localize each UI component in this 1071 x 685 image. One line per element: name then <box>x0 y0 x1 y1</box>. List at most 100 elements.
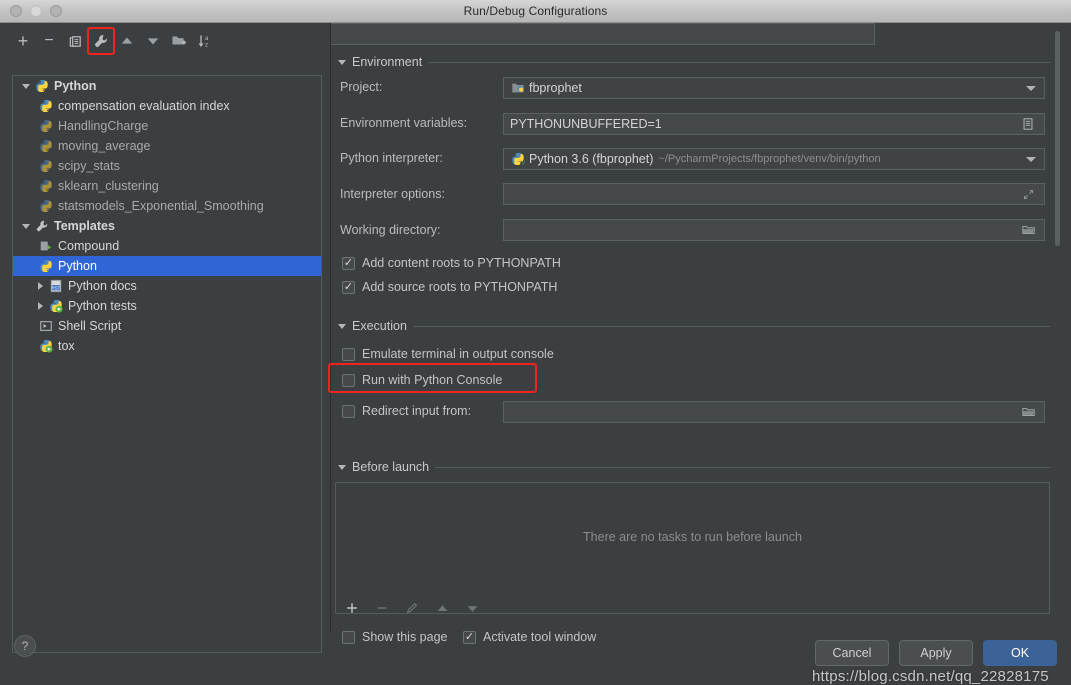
arrow-down-icon <box>467 605 477 612</box>
tree-item-python-docs[interactable]: RST Python docs <box>13 276 321 296</box>
apply-button[interactable]: Apply <box>899 640 973 666</box>
show-this-page-label: Show this page <box>362 630 448 644</box>
sort-alphabetically-button[interactable]: a z <box>192 28 218 54</box>
move-up-button[interactable] <box>114 28 140 54</box>
tree-item-sklearn-clustering[interactable]: sklearn_clustering <box>13 176 321 196</box>
redirect-input-row[interactable]: Redirect input from: <box>342 404 471 418</box>
ok-button[interactable]: OK <box>983 640 1057 666</box>
chevron-down-icon <box>338 59 346 65</box>
tree-item-handlingcharge[interactable]: HandlingCharge <box>13 116 321 136</box>
move-down-button[interactable] <box>140 28 166 54</box>
twisty-closed-icon[interactable] <box>33 282 47 290</box>
interpreter-combobox[interactable]: V Python 3.6 (fbprophet) ~/PycharmProjec… <box>503 148 1045 170</box>
emulate-terminal-row[interactable]: Emulate terminal in output console <box>342 347 554 361</box>
pencil-icon <box>406 602 418 614</box>
interpreter-options-input[interactable] <box>503 183 1045 205</box>
tree-item-moving-average[interactable]: moving_average <box>13 136 321 156</box>
move-task-up-button[interactable] <box>434 600 450 616</box>
tree-item-templates-group[interactable]: Templates <box>13 216 321 236</box>
run-with-python-console-row[interactable]: Run with Python Console <box>342 373 502 387</box>
redirect-input-browse-button[interactable] <box>1018 405 1038 419</box>
twisty-closed-icon[interactable] <box>33 302 47 310</box>
add-content-roots-checkbox[interactable]: ✓ <box>342 256 355 270</box>
tree-item-compound[interactable]: Compound <box>13 236 321 256</box>
emulate-terminal-checkbox[interactable] <box>342 347 355 361</box>
cancel-button[interactable]: Cancel <box>815 640 889 666</box>
tree-item-label: compensation evaluation index <box>58 99 230 113</box>
section-before-launch-label: Before launch <box>352 460 430 474</box>
copy-configuration-button[interactable] <box>62 28 88 54</box>
scrollbar-thumb[interactable] <box>1055 31 1060 246</box>
show-this-page-row[interactable]: Show this page <box>342 630 447 644</box>
tree-item-label: Python docs <box>68 279 137 293</box>
move-into-folder-button[interactable] <box>166 28 192 54</box>
section-execution[interactable]: Execution <box>338 319 1050 333</box>
twisty-open-icon[interactable] <box>19 223 33 229</box>
python-icon <box>37 258 55 274</box>
before-launch-toolbar <box>344 600 480 616</box>
edit-templates-button[interactable] <box>87 27 115 55</box>
interpreter-label: Python interpreter: <box>340 151 443 165</box>
show-this-page-checkbox[interactable] <box>342 630 355 644</box>
working-directory-browse-button[interactable] <box>1018 223 1038 237</box>
emulate-terminal-label: Emulate terminal in output console <box>362 347 554 361</box>
twisty-open-icon[interactable] <box>19 83 33 89</box>
svg-text:z: z <box>205 43 208 49</box>
section-environment[interactable]: Environment <box>338 55 1050 69</box>
env-vars-label: Environment variables: <box>340 116 468 130</box>
configurations-pane: + − a z Python compensation evaluation i… <box>0 23 330 676</box>
tree-item-compensation-evaluation-index[interactable]: compensation evaluation index <box>13 96 321 116</box>
edit-task-button[interactable] <box>404 600 420 616</box>
env-vars-browse-button[interactable] <box>1018 117 1038 131</box>
run-with-python-console-checkbox[interactable] <box>342 373 355 387</box>
plus-icon: + <box>17 31 29 51</box>
compound-icon <box>37 238 55 254</box>
env-vars-input[interactable]: PYTHONUNBUFFERED=1 <box>503 113 1045 135</box>
python-dim-icon <box>37 178 55 194</box>
add-source-roots-label: Add source roots to PYTHONPATH <box>362 280 558 294</box>
tree-item-template-python[interactable]: Python <box>13 256 321 276</box>
redirect-input-field[interactable] <box>503 401 1045 423</box>
interpreter-options-expand-button[interactable] <box>1018 188 1038 201</box>
project-combobox[interactable]: fbprophet <box>503 77 1045 99</box>
tree-item-tox[interactable]: tox <box>13 336 321 356</box>
interpreter-dropdown-arrow[interactable] <box>1024 156 1038 162</box>
tree-item-statsmodels-exponential-smoothing[interactable]: statsmodels_Exponential_Smoothing <box>13 196 321 216</box>
add-source-roots-row[interactable]: ✓ Add source roots to PYTHONPATH <box>342 280 557 294</box>
editor-scrollbar[interactable] <box>1053 31 1062 631</box>
remove-configuration-button[interactable]: − <box>36 28 62 54</box>
add-configuration-button[interactable]: + <box>10 28 36 54</box>
configurations-tree[interactable]: Python compensation evaluation index Han… <box>12 75 322 653</box>
before-launch-task-list[interactable]: There are no tasks to run before launch <box>335 482 1050 614</box>
tree-item-python-tests[interactable]: Python tests <box>13 296 321 316</box>
redirect-input-checkbox[interactable] <box>342 404 355 418</box>
add-task-button[interactable] <box>344 600 360 616</box>
remove-task-button[interactable] <box>374 600 390 616</box>
add-content-roots-row[interactable]: ✓ Add content roots to PYTHONPATH <box>342 256 561 270</box>
window-titlebar: Run/Debug Configurations <box>0 0 1071 23</box>
working-directory-input[interactable] <box>503 219 1045 241</box>
configurations-toolbar: + − a z <box>10 27 218 55</box>
tree-item-python-group[interactable]: Python <box>13 76 321 96</box>
help-button[interactable]: ? <box>14 635 36 657</box>
python-icon <box>33 78 51 94</box>
working-directory-row: Working directory: <box>340 223 441 237</box>
section-divider-line <box>428 61 1050 63</box>
project-dropdown-arrow[interactable] <box>1024 85 1038 91</box>
scrolled-field-partial[interactable] <box>330 23 875 45</box>
tree-item-scipy-stats[interactable]: scipy_stats <box>13 156 321 176</box>
tree-item-label: moving_average <box>58 139 151 153</box>
add-source-roots-checkbox[interactable]: ✓ <box>342 280 355 294</box>
activate-tool-window-checkbox[interactable]: ✓ <box>463 630 476 644</box>
move-task-down-button[interactable] <box>464 600 480 616</box>
chevron-down-icon <box>338 323 346 329</box>
activate-tool-window-row[interactable]: ✓ Activate tool window <box>463 630 596 644</box>
dialog-body: + − a z Python compensation evaluation i… <box>0 23 1071 685</box>
section-before-launch[interactable]: Before launch <box>338 460 1050 474</box>
interpreter-value: Python 3.6 (fbprophet) <box>529 152 654 166</box>
before-launch-empty-message: There are no tasks to run before launch <box>583 530 802 544</box>
python-dim-icon <box>37 198 55 214</box>
sort-az-icon: a z <box>198 35 209 49</box>
tree-item-shell-script[interactable]: Shell Script <box>13 316 321 336</box>
pytest-icon <box>37 338 55 354</box>
